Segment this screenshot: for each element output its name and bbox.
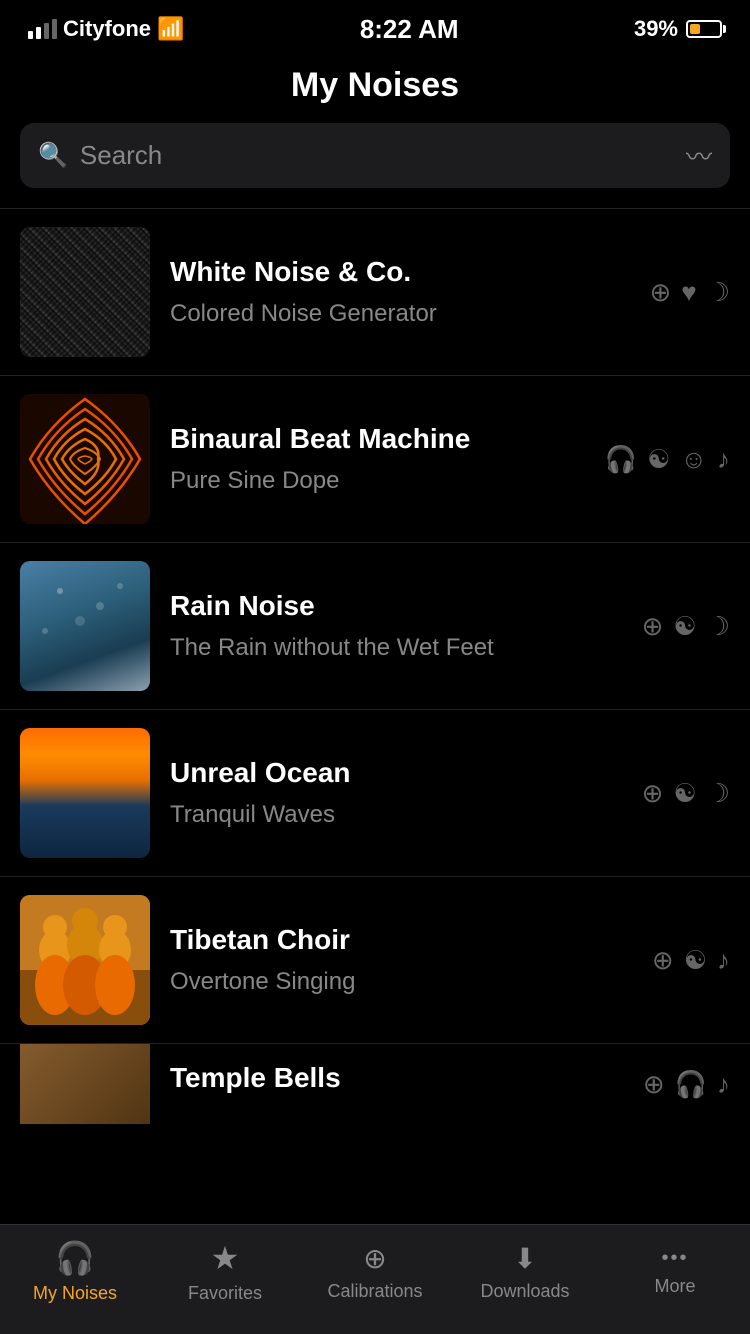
moon-icon[interactable]: ☽ bbox=[707, 611, 730, 642]
item-thumbnail bbox=[20, 227, 150, 357]
globe-icon[interactable]: ⊕ bbox=[642, 611, 664, 642]
item-thumbnail bbox=[20, 561, 150, 691]
item-action-icons: ⊕ ☯ ♪ bbox=[652, 945, 730, 976]
tab-calibrations[interactable]: ⊕ Calibrations bbox=[300, 1242, 450, 1302]
item-info: Temple Bells bbox=[170, 1062, 623, 1106]
yin-yang-icon[interactable]: ☯ bbox=[673, 778, 696, 809]
item-info: White Noise & Co. Colored Noise Generato… bbox=[170, 256, 629, 328]
heart-icon[interactable]: ♥ bbox=[681, 277, 696, 308]
item-subtitle: Overtone Singing bbox=[170, 968, 632, 996]
item-name: Tibetan Choir bbox=[170, 924, 632, 956]
item-action-icons: ⊕ 🎧 ♪ bbox=[643, 1069, 730, 1100]
music-note-icon[interactable]: ♪ bbox=[717, 945, 730, 976]
moon-icon[interactable]: ☽ bbox=[707, 277, 730, 308]
item-name: White Noise & Co. bbox=[170, 256, 629, 288]
headphones-icon[interactable]: 🎧 bbox=[605, 444, 637, 475]
item-action-icons: 🎧 ☯ ☺ ♪ bbox=[605, 444, 730, 475]
list-item[interactable]: White Noise & Co. Colored Noise Generato… bbox=[0, 209, 750, 376]
item-thumbnail bbox=[20, 728, 150, 858]
item-action-icons: ⊕ ☯ ☽ bbox=[642, 778, 730, 809]
tab-downloads-label: Downloads bbox=[480, 1281, 569, 1302]
globe-icon[interactable]: ⊕ bbox=[649, 277, 671, 308]
list-item-partial[interactable]: Temple Bells ⊕ 🎧 ♪ bbox=[0, 1044, 750, 1124]
battery-icon bbox=[686, 20, 722, 38]
item-subtitle: Colored Noise Generator bbox=[170, 300, 629, 328]
star-tab-icon: ★ bbox=[211, 1239, 240, 1277]
item-info: Rain Noise The Rain without the Wet Feet bbox=[170, 590, 622, 662]
search-icon: 🔍 bbox=[38, 141, 68, 170]
carrier-label: Cityfone bbox=[63, 16, 151, 42]
globe-icon[interactable]: ⊕ bbox=[643, 1069, 665, 1100]
status-right: 39% bbox=[634, 16, 722, 42]
globe-icon[interactable]: ⊕ bbox=[652, 945, 674, 976]
signal-bars-icon bbox=[28, 19, 57, 39]
item-name: Rain Noise bbox=[170, 590, 622, 622]
battery-percentage: 39% bbox=[634, 16, 678, 42]
item-info: Unreal Ocean Tranquil Waves bbox=[170, 757, 622, 829]
item-action-icons: ⊕ ♥ ☽ bbox=[649, 277, 730, 308]
downloads-tab-icon: ⬇ bbox=[513, 1242, 536, 1275]
calibrations-tab-icon: ⊕ bbox=[363, 1242, 386, 1275]
music-note-icon[interactable]: ♪ bbox=[717, 1069, 730, 1100]
list-item[interactable]: Binaural Beat Machine Pure Sine Dope 🎧 ☯… bbox=[0, 376, 750, 543]
moon-icon[interactable]: ☽ bbox=[707, 778, 730, 809]
tab-my-noises[interactable]: 🎧 My Noises bbox=[0, 1239, 150, 1304]
tab-more-label: More bbox=[654, 1276, 695, 1297]
tab-bar: 🎧 My Noises ★ Favorites ⊕ Calibrations ⬇… bbox=[0, 1224, 750, 1334]
item-name: Unreal Ocean bbox=[170, 757, 622, 789]
status-bar: Cityfone 📶 8:22 AM 39% bbox=[0, 0, 750, 52]
tab-my-noises-label: My Noises bbox=[33, 1283, 117, 1304]
search-container: 🔍 Search 〰 bbox=[0, 123, 750, 208]
list-item[interactable]: Tibetan Choir Overtone Singing ⊕ ☯ ♪ bbox=[0, 877, 750, 1044]
filter-icon[interactable]: 〰 bbox=[686, 137, 712, 174]
mood-icon[interactable]: ☺ bbox=[680, 444, 707, 475]
more-tab-icon: ••• bbox=[661, 1247, 688, 1270]
time-label: 8:22 AM bbox=[360, 14, 459, 45]
item-action-icons: ⊕ ☯ ☽ bbox=[642, 611, 730, 642]
list-item[interactable]: Rain Noise The Rain without the Wet Feet… bbox=[0, 543, 750, 710]
item-thumbnail bbox=[20, 394, 150, 524]
headphones-tab-icon: 🎧 bbox=[55, 1239, 95, 1277]
tab-favorites[interactable]: ★ Favorites bbox=[150, 1239, 300, 1304]
item-subtitle: Tranquil Waves bbox=[170, 801, 622, 829]
music-note-icon[interactable]: ♪ bbox=[717, 444, 730, 475]
wifi-icon: 📶 bbox=[157, 16, 184, 42]
status-left: Cityfone 📶 bbox=[28, 16, 184, 42]
tab-calibrations-label: Calibrations bbox=[327, 1281, 422, 1302]
globe-icon[interactable]: ⊕ bbox=[642, 778, 664, 809]
item-name: Temple Bells bbox=[170, 1062, 623, 1094]
yin-yang-icon[interactable]: ☯ bbox=[647, 444, 670, 475]
list-item[interactable]: Unreal Ocean Tranquil Waves ⊕ ☯ ☽ bbox=[0, 710, 750, 877]
item-info: Tibetan Choir Overtone Singing bbox=[170, 924, 632, 996]
item-subtitle: Pure Sine Dope bbox=[170, 467, 585, 495]
headphones-icon[interactable]: 🎧 bbox=[675, 1069, 707, 1100]
item-name: Binaural Beat Machine bbox=[170, 423, 585, 455]
item-info: Binaural Beat Machine Pure Sine Dope bbox=[170, 423, 585, 495]
tab-favorites-label: Favorites bbox=[188, 1283, 262, 1304]
item-thumbnail bbox=[20, 1044, 150, 1124]
item-thumbnail bbox=[20, 895, 150, 1025]
page-header: My Noises bbox=[0, 52, 750, 123]
item-subtitle: The Rain without the Wet Feet bbox=[170, 634, 622, 662]
noise-list: White Noise & Co. Colored Noise Generato… bbox=[0, 208, 750, 1124]
search-input[interactable]: Search bbox=[80, 140, 674, 171]
tab-more[interactable]: ••• More bbox=[600, 1247, 750, 1297]
yin-yang-icon[interactable]: ☯ bbox=[684, 945, 707, 976]
search-bar[interactable]: 🔍 Search 〰 bbox=[20, 123, 730, 188]
tab-downloads[interactable]: ⬇ Downloads bbox=[450, 1242, 600, 1302]
page-title: My Noises bbox=[0, 66, 750, 105]
yin-yang-icon[interactable]: ☯ bbox=[673, 611, 696, 642]
